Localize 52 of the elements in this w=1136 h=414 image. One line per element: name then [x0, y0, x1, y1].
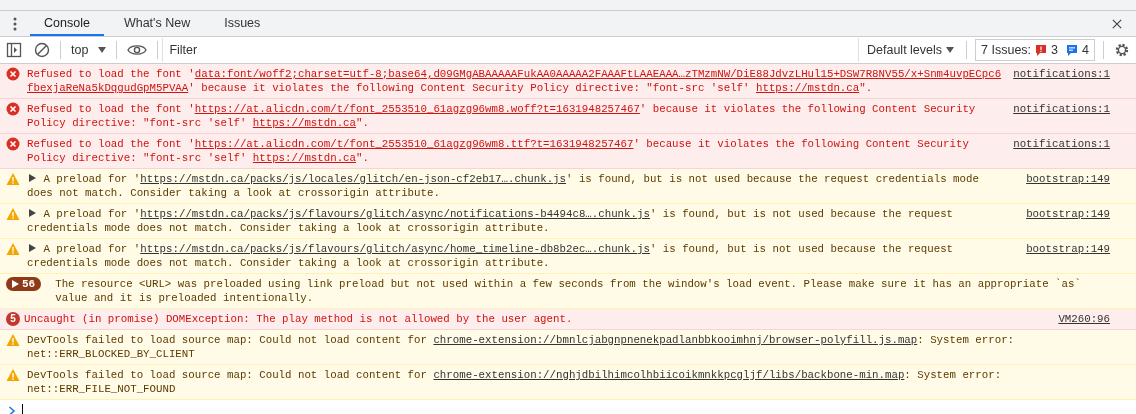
warning-icon [6, 242, 20, 256]
message-link[interactable]: chrome-extension://nghjdbilhimcolhbiicoikmnkkpcgljf/libs/backbone-min.map [433, 369, 905, 381]
console-message: A preload for 'https://mstdn.ca/packs/js/locales/glitch/en-json-cf2eb17….chunk.js' is found, but is not used because the request credentials mode does not match. Consider taking a look at crossorigin attribute. [27, 172, 980, 200]
context-dropdown[interactable]: top [65, 38, 113, 62]
warning-icon [6, 368, 20, 382]
source-link[interactable]: bootstrap:149 [1022, 242, 1110, 256]
console-message: Refused to load the font 'https://at.alicdn.com/t/font_2553510_61agzg96wm8.ttf?t=1631948257467' because it violates the following Content Security Policy directive: "font-src 'self' https://mstdn.ca". [27, 137, 970, 165]
console-message: Uncaught (in promise) DOMException: The play method is not allowed by the user agent. [24, 312, 574, 326]
error-icon [6, 137, 20, 151]
expand-arrow-icon[interactable] [27, 173, 37, 183]
error-icon [6, 67, 20, 81]
tab[interactable]: Issues [210, 11, 275, 36]
expand-arrow-icon[interactable] [27, 208, 37, 218]
source-link[interactable]: bootstrap:149 [1022, 172, 1110, 186]
message-link[interactable]: https://mstdn.ca/packs/js/flavours/glitch/async/notifications-b4494c8….chunk.js [140, 208, 650, 220]
expand-arrow-icon [12, 280, 19, 288]
warning-icon [6, 333, 20, 347]
error-icon [6, 102, 20, 116]
expand-arrow-icon[interactable] [27, 243, 37, 253]
console-message: Refused to load the font 'data:font/woff2;charset=utf-8;base64,d09GMgABAAAAAFukAA0AAAAA2FAAAFtLAAEAAA…zTMzmNW/DiE88JdvzLHul15+DSW7R8NV55/x+Snm4uvpECpc6fbexjaReNa5kDqgudGpM5PVAA' because it violates the following Content Security Policy directive: "font-src 'self' https://mstdn.ca". [27, 67, 1002, 95]
message-count[interactable]: 56 [6, 277, 42, 291]
message-link[interactable]: https://mstdn.ca [252, 117, 356, 129]
warning-icon [6, 172, 20, 186]
message-link[interactable]: https://mstdn.ca/packs/js/locales/glitch/en-json-cf2eb17….chunk.js [140, 173, 566, 185]
warning-icon [6, 207, 20, 221]
tab[interactable]: What's New [109, 11, 205, 36]
tab[interactable]: Console [30, 11, 104, 36]
source-link[interactable]: notifications:1 [1013, 102, 1110, 116]
console-message: A preload for 'https://mstdn.ca/packs/js/flavours/glitch/async/home_timeline-db8b2ec….chunk.js' is found, but is not used because the request credentials mode does not match. Consider taking a look at crossorigin attribute. [27, 242, 955, 270]
message-issue-icon [1066, 44, 1079, 56]
console-message: DevTools failed to load source map: Could not load content for chrome-extension://nghjdbilhimcolhbiicoikmnkkpcgljf/libs/backbone-min.map: System error: net::ERR_FILE_NOT_FOUND [27, 368, 1003, 396]
message-link[interactable]: https://mstdn.ca [756, 82, 860, 94]
message-link[interactable]: https://mstdn.ca [252, 152, 356, 164]
message-count: 5 [6, 312, 20, 326]
issues-counter[interactable]: 7 Issues: 3 4 [975, 39, 1095, 61]
levels-dropdown[interactable]: Default levels [858, 38, 963, 62]
caret-icon [98, 47, 107, 53]
error-issue-icon [1035, 44, 1048, 56]
console-message: DevTools failed to load source map: Could not load content for chrome-extension://bmnlcjabgnpnenekpadlanbbkooimhnj/browser-polyfill.js.map: System error: net::ERR_BLOCKED_BY_CLIENT [27, 333, 1016, 361]
message-link[interactable]: chrome-extension://bmnlcjabgnpnenekpadlanbbkooimhnj/browser-polyfill.js.map [433, 334, 918, 346]
source-link[interactable]: bootstrap:149 [1022, 207, 1110, 221]
caret-icon [946, 47, 955, 53]
prompt-chevron-icon [8, 405, 16, 414]
console-message: The resource <URL> was preloaded using link preload but not used within a few seconds from the window's load event. Please make sure it has an appropriate `as` value and it is preloaded intentionally. [55, 277, 1082, 305]
source-link[interactable]: VM260:96 [1022, 312, 1110, 326]
source-link[interactable]: notifications:1 [1013, 67, 1110, 81]
console-message: Refused to load the font 'https://at.alicdn.com/t/font_2553510_61agzg96wm8.woff?t=1631948257467' because it violates the following Content Security Policy directive: "font-src 'self' https://mstdn.ca". [27, 102, 977, 130]
source-link[interactable]: notifications:1 [1013, 137, 1110, 151]
console-message: A preload for 'https://mstdn.ca/packs/js/flavours/glitch/async/notifications-b4494c8….chunk.js' is found, but is not used because the request credentials mode does not match. Consider taking a look at crossorigin attribute. [27, 207, 955, 235]
message-link[interactable]: https://at.alicdn.com/t/font_2553510_61agzg96wm8.ttf?t=1631948257467 [194, 138, 634, 150]
message-link[interactable]: https://mstdn.ca/packs/js/flavours/glitch/async/home_timeline-db8b2ec….chunk.js [140, 243, 650, 255]
message-link[interactable]: https://at.alicdn.com/t/font_2553510_61agzg96wm8.woff?t=1631948257467 [194, 103, 640, 115]
